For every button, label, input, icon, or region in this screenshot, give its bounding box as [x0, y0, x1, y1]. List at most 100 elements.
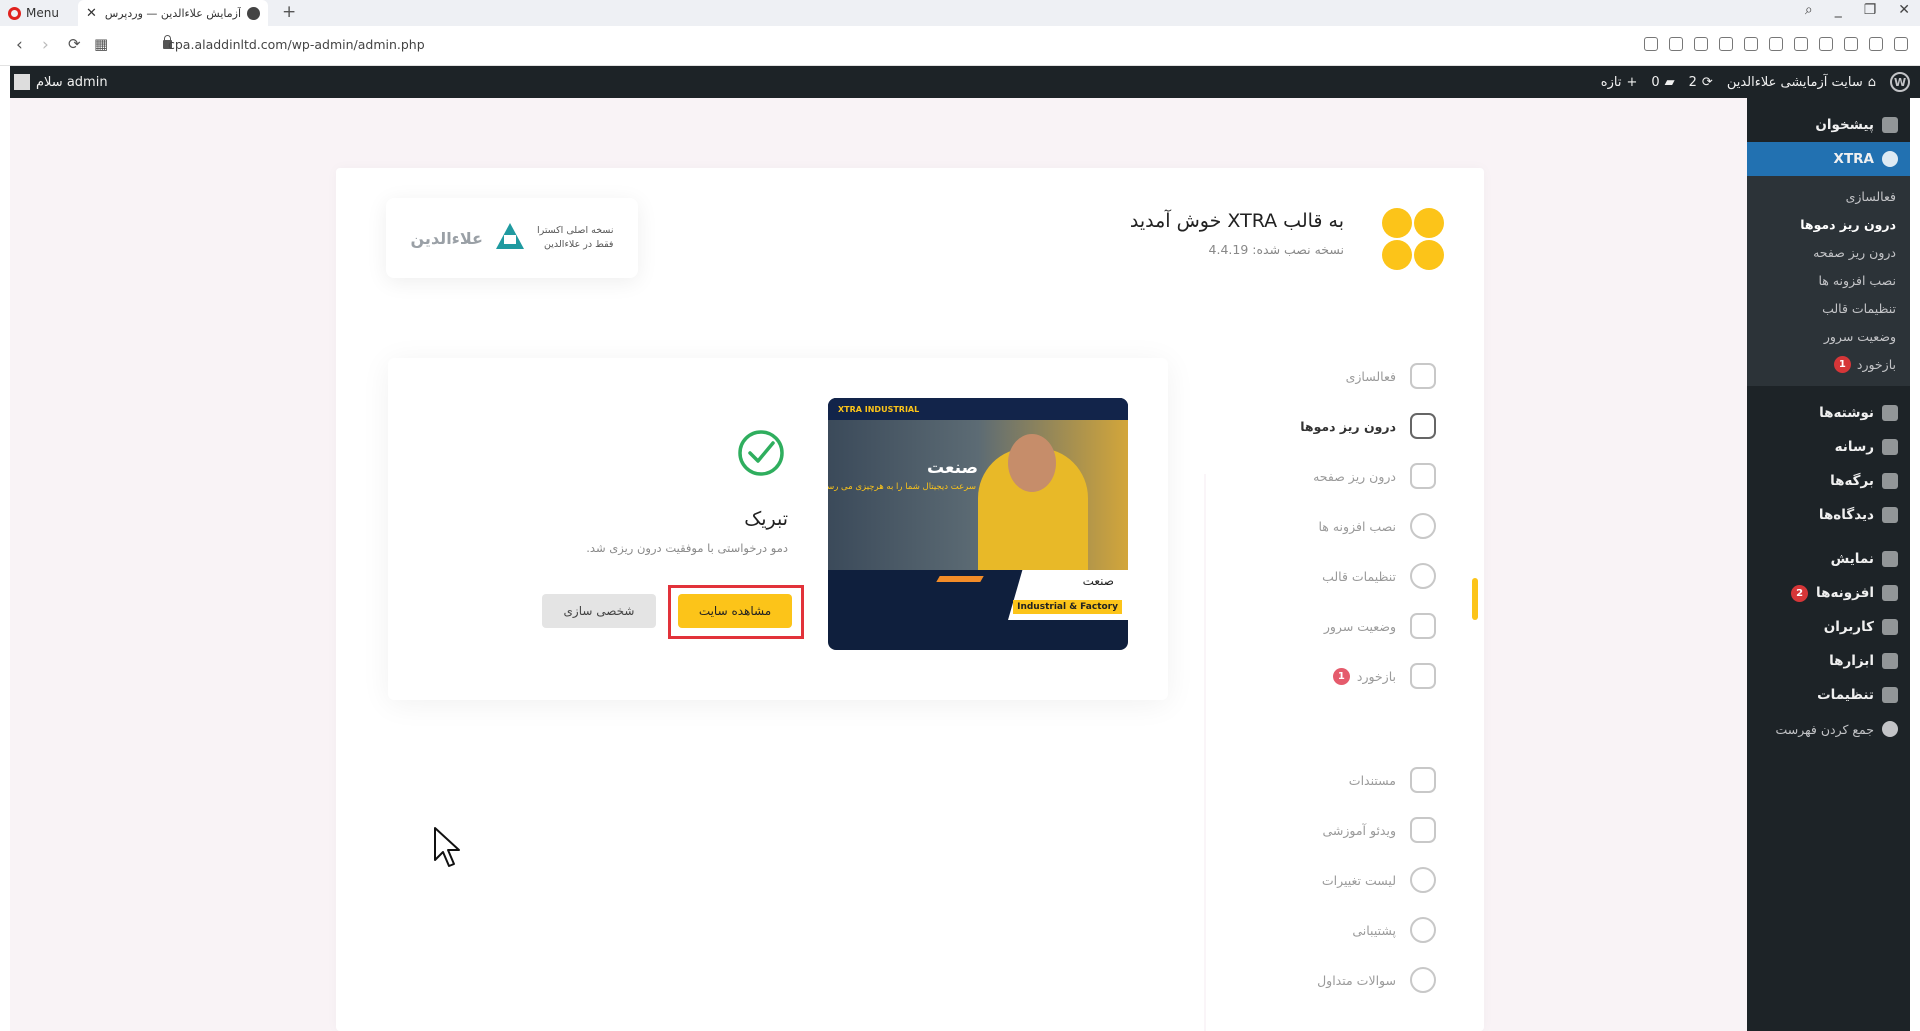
home-icon: ⌂ — [1867, 74, 1876, 90]
brand-name: علاءالدین — [410, 228, 483, 248]
url-field[interactable]: cpa.aladdinltd.com/wp-admin/admin.php — [168, 37, 425, 52]
brush-icon — [1882, 551, 1898, 567]
forward-icon[interactable]: › — [42, 35, 49, 55]
minimize-icon[interactable]: _ — [1835, 2, 1842, 18]
customize-button[interactable]: شخصی سازی — [542, 594, 656, 628]
xtra-submenu: فعالسازی درون ریز دموها درون ریز صفحه نص… — [1747, 176, 1910, 386]
nav-changelog[interactable]: لیست تغییرات — [1266, 864, 1436, 896]
tab-close-icon[interactable]: ✕ — [86, 6, 97, 21]
comments-icon — [1882, 507, 1898, 523]
view-site-button[interactable]: مشاهده سایت — [678, 594, 792, 628]
adblock-icon[interactable] — [1694, 37, 1708, 51]
site-name-link[interactable]: ⌂ سایت آزمایشی علاءالدین — [1727, 75, 1876, 90]
submenu-label: بازخورد — [1856, 356, 1896, 372]
nav-video[interactable]: ویدئو آموزشی — [1266, 814, 1436, 846]
plus-icon: + — [1626, 74, 1638, 90]
menu-media[interactable]: رسانه — [1747, 430, 1910, 464]
nav-plugin-install[interactable]: نصب افزونه ها — [1266, 510, 1436, 542]
menu-collapse[interactable]: جمع کردن فهرست — [1747, 712, 1910, 746]
settings-icon — [1882, 687, 1898, 703]
back-icon[interactable]: ‹ — [16, 35, 23, 55]
menu-xtra[interactable]: XTRA — [1747, 142, 1910, 176]
extensions-icon[interactable] — [1819, 37, 1833, 51]
brand-tagline: نسخه اصلی اکسترا فقط در علاءالدین — [537, 224, 614, 252]
account-menu[interactable]: سلام admin — [14, 66, 108, 98]
submenu-page-importer[interactable]: درون ریز صفحه — [1747, 238, 1910, 266]
nav-label: فعالسازی — [1345, 368, 1396, 384]
history-icon — [1410, 867, 1436, 893]
vpn-icon[interactable] — [1769, 37, 1783, 51]
nav-theme-options[interactable]: تنظیمات قالب — [1266, 560, 1436, 592]
demo-hero-title: صنعت — [927, 458, 978, 478]
pin-icon[interactable] — [1794, 37, 1808, 51]
feedback-badge: 1 — [1833, 355, 1851, 373]
video-icon — [1410, 817, 1436, 843]
nav-demo-importer[interactable]: درون ریز دموها — [1266, 410, 1436, 442]
plugins-badge: 2 — [1791, 584, 1809, 602]
submenu-server-status[interactable]: وضعیت سرور — [1747, 322, 1910, 350]
menu-label: تنظیمات — [1817, 687, 1874, 703]
nav-label-text: بازخورد — [1356, 668, 1396, 684]
greeting: سلام admin — [36, 74, 108, 90]
nav-label: لیست تغییرات — [1321, 872, 1396, 888]
nav-docs[interactable]: مستندات — [1266, 764, 1436, 796]
nav-server-status[interactable]: وضعیت سرور — [1266, 610, 1436, 642]
new-content-link[interactable]: + تازه — [1601, 75, 1638, 90]
camera-icon[interactable] — [1669, 37, 1683, 51]
menu-pages[interactable]: برگه‌ها — [1747, 464, 1910, 498]
xtra-dashboard-panel: به قالب XTRA خوش آمدید نسخه نصب شده: 4.4… — [336, 168, 1484, 1031]
updates-count: 2 — [1688, 74, 1697, 90]
wp-logo-menu[interactable]: W — [1890, 72, 1910, 92]
submenu-plugins-install[interactable]: نصب افزونه ها — [1747, 266, 1910, 294]
profile-icon[interactable] — [1844, 37, 1858, 51]
nav-support[interactable]: پشتیبانی — [1266, 914, 1436, 946]
media-icon — [1882, 439, 1898, 455]
updates-link[interactable]: ⟳ 2 — [1689, 75, 1713, 90]
submenu-activation[interactable]: فعالسازی — [1747, 182, 1910, 210]
menu-label: نمایش — [1830, 551, 1874, 567]
menu-tools[interactable]: ابزارها — [1747, 644, 1910, 678]
nav-activation[interactable]: فعالسازی — [1266, 360, 1436, 392]
edit-icon[interactable] — [1644, 37, 1658, 51]
download-icon[interactable] — [1869, 37, 1883, 51]
menu-label: پیشخوان — [1815, 117, 1874, 133]
browser-tab-active[interactable]: آزمایش علاءالدین — وردپرس ✕ — [78, 0, 268, 26]
send-icon[interactable] — [1719, 37, 1733, 51]
heart-icon[interactable] — [1744, 37, 1758, 51]
monitor-icon — [1410, 613, 1436, 639]
nav-faq[interactable]: سوالات متداول — [1266, 964, 1436, 996]
menu-settings[interactable]: تنظیمات — [1747, 678, 1910, 712]
demo-accent-stripe — [936, 576, 984, 582]
submenu-theme-options[interactable]: تنظیمات قالب — [1747, 294, 1910, 322]
wp-admin-bar: W ⌂ سایت آزمایشی علاءالدین ⟳ 2 ▰ 0 + تاز… — [10, 66, 1920, 98]
demo-card-title: صنعت — [1082, 574, 1114, 588]
menu-label: افزونه‌ها — [1816, 585, 1874, 601]
search-tabs-icon[interactable]: ⌕ — [1805, 2, 1813, 18]
submenu-demo-importer[interactable]: درون ریز دموها — [1747, 210, 1910, 238]
close-window-icon[interactable]: ✕ — [1898, 2, 1910, 18]
question-icon — [1410, 967, 1436, 993]
menu-users[interactable]: کاربران — [1747, 610, 1910, 644]
menu-posts[interactable]: نوشته‌ها — [1747, 396, 1910, 430]
nav-label: درون ریز صفحه — [1313, 468, 1396, 484]
speed-dial-icon[interactable]: ▦ — [94, 35, 108, 53]
address-bar: ‹ › ⟳ ▦ cpa.aladdinltd.com/wp-admin/admi… — [0, 26, 1920, 66]
admin-bar-items: W ⌂ سایت آزمایشی علاءالدین ⟳ 2 ▰ 0 + تاز… — [1601, 66, 1910, 98]
opera-menu-button[interactable]: Menu — [8, 3, 59, 23]
browser-toolbar-icons — [1644, 37, 1908, 51]
new-tab-button[interactable]: + — [282, 2, 296, 22]
reload-icon[interactable]: ⟳ — [68, 35, 81, 53]
easy-setup-icon[interactable] — [1894, 37, 1908, 51]
menu-dashboard[interactable]: پیشخوان — [1747, 108, 1910, 142]
opera-menu-label: Menu — [26, 6, 59, 20]
menu-appearance[interactable]: نمایش — [1747, 542, 1910, 576]
submenu-feedback[interactable]: بازخورد 1 — [1747, 350, 1910, 378]
menu-comments[interactable]: دیدگاه‌ها — [1747, 498, 1910, 532]
nav-page-importer[interactable]: درون ریز صفحه — [1266, 460, 1436, 492]
nav-feedback[interactable]: بازخورد 1 — [1266, 660, 1436, 692]
menu-plugins[interactable]: افزونه‌ها 2 — [1747, 576, 1910, 610]
opera-logo-icon — [8, 6, 21, 20]
site-name: سایت آزمایشی علاءالدین — [1726, 74, 1863, 90]
restore-icon[interactable]: ❐ — [1864, 2, 1877, 18]
comments-link[interactable]: ▰ 0 — [1651, 75, 1674, 90]
